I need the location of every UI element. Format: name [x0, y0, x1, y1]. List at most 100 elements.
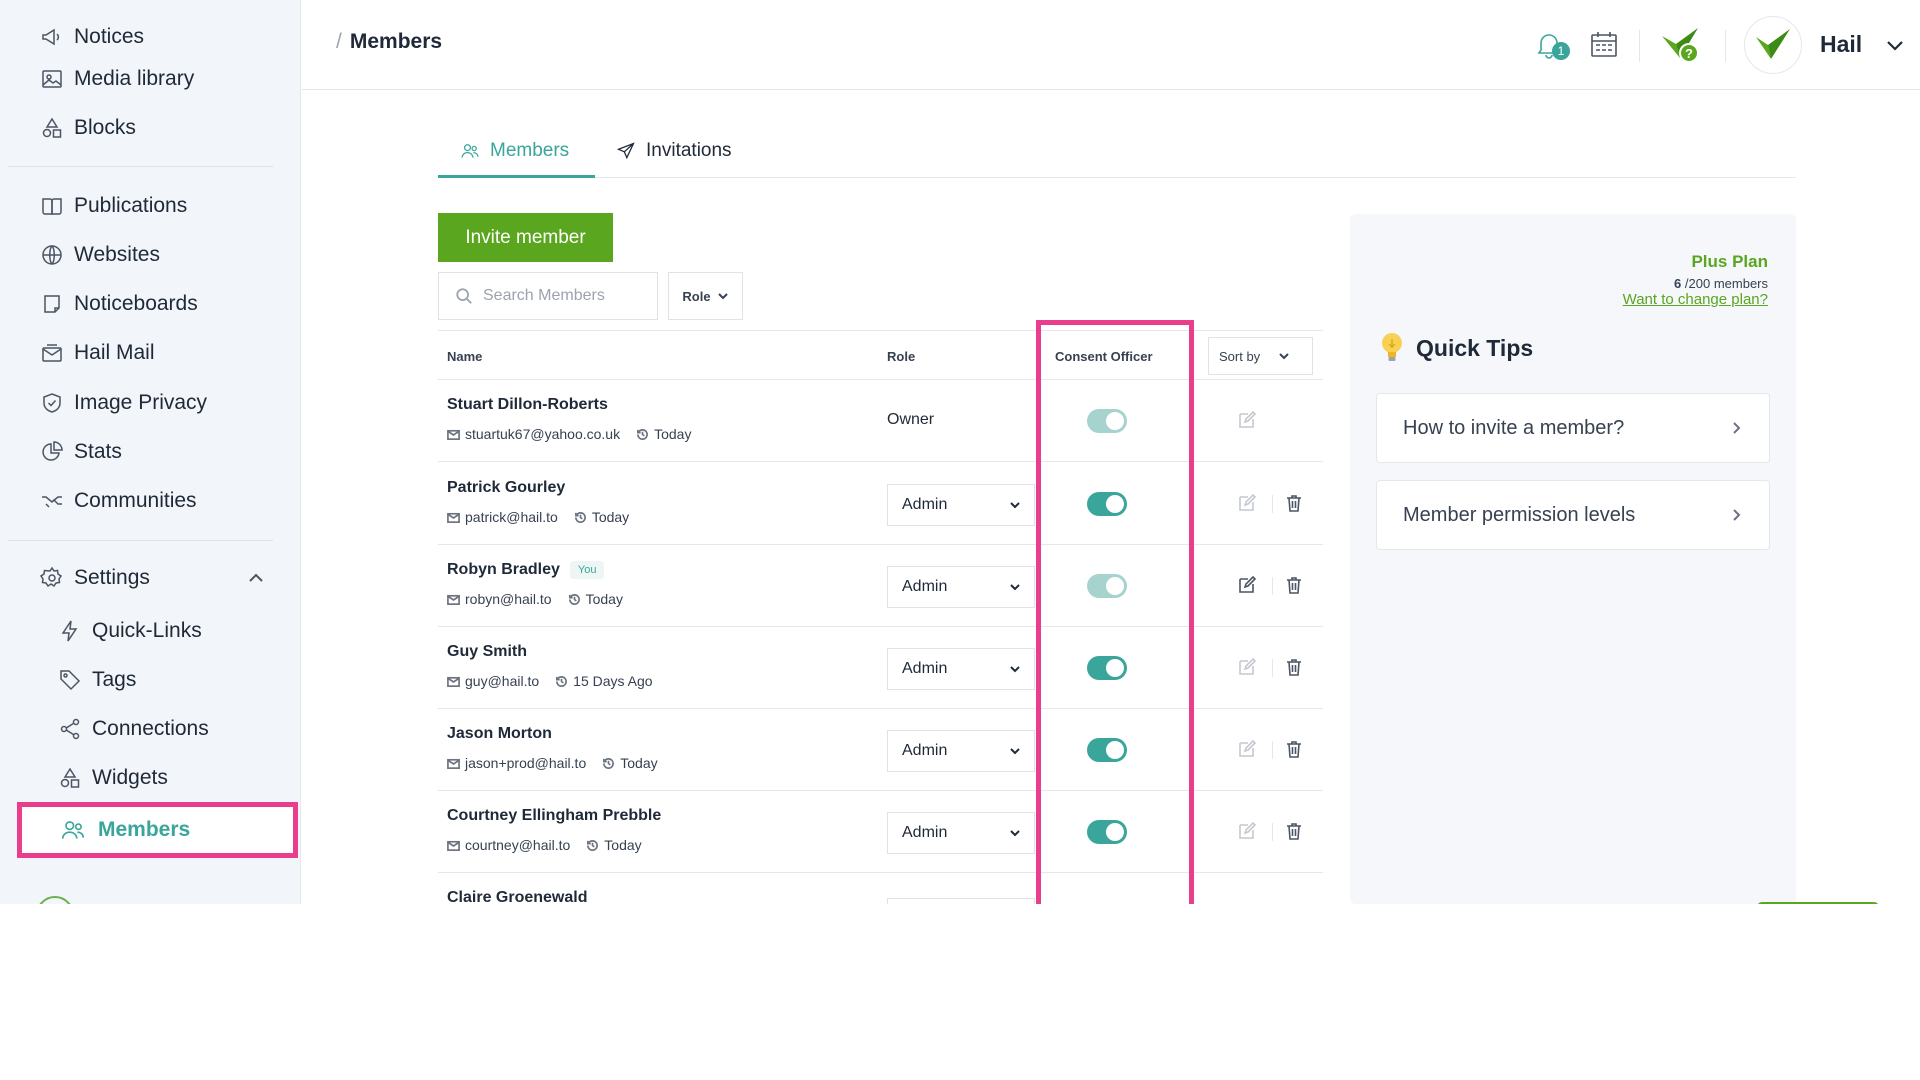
- action-divider: [1272, 659, 1273, 677]
- sidebar-item-label: Notices: [74, 25, 145, 48]
- table-row: Stuart Dillon-Roberts stuartuk67@yahoo.c…: [438, 380, 1323, 462]
- calendar-button[interactable]: [1587, 28, 1621, 62]
- member-email: jason+prod@hail.to: [447, 755, 586, 771]
- role-select[interactable]: Admin: [887, 566, 1035, 608]
- role-select-value: Admin: [902, 824, 948, 841]
- edit-icon[interactable]: [1237, 657, 1257, 677]
- chevron-down-icon: [1010, 584, 1020, 591]
- mail-icon: [447, 676, 460, 687]
- trash-icon[interactable]: [1284, 739, 1304, 759]
- pie-chart-icon: [42, 441, 63, 461]
- column-header-name[interactable]: Name: [447, 349, 482, 364]
- role-select[interactable]: Admin: [887, 730, 1035, 772]
- sidebar-item-websites[interactable]: Websites: [40, 240, 160, 270]
- paper-plane-icon: [616, 142, 635, 160]
- tab-members[interactable]: Members: [460, 140, 569, 162]
- sidebar-item-label: Connections: [92, 717, 209, 740]
- org-name[interactable]: Hail: [1820, 31, 1862, 58]
- trash-icon[interactable]: [1284, 821, 1304, 841]
- globe-icon: [42, 245, 62, 265]
- image-icon: [42, 70, 62, 88]
- edit-icon[interactable]: [1237, 821, 1257, 841]
- sort-by-dropdown[interactable]: Sort by: [1208, 337, 1313, 375]
- time-text: Today: [585, 591, 623, 607]
- consent-officer-toggle[interactable]: [1087, 738, 1127, 762]
- role-select-value: Admin: [902, 660, 948, 677]
- sidebar-item-blocks[interactable]: Blocks: [40, 113, 136, 143]
- edit-icon[interactable]: [1237, 410, 1257, 430]
- sidebar-item-members[interactable]: Members: [17, 802, 298, 858]
- member-meta: robyn@hail.to Today: [447, 591, 623, 607]
- chevron-up-icon[interactable]: [246, 568, 266, 588]
- column-header-consent-officer[interactable]: Consent Officer: [1055, 349, 1153, 364]
- mail-icon: [447, 512, 460, 523]
- role-select[interactable]: Admin: [887, 812, 1035, 854]
- sidebar-item-connections[interactable]: Connections: [58, 714, 209, 744]
- active-tab-indicator: [438, 175, 595, 178]
- consent-officer-toggle[interactable]: [1087, 820, 1127, 844]
- tip-permission-levels[interactable]: Member permission levels: [1376, 480, 1770, 550]
- book-icon: [42, 198, 62, 215]
- role-filter-label: Role: [682, 288, 711, 304]
- sidebar-item-noticeboards[interactable]: Noticeboards: [40, 289, 198, 319]
- role-select[interactable]: Admin: [887, 648, 1035, 690]
- trash-icon[interactable]: [1284, 493, 1304, 513]
- sidebar-item-hail-mail[interactable]: Hail Mail: [40, 338, 155, 368]
- search-input[interactable]: [483, 287, 643, 305]
- sidebar-footer-icon[interactable]: [36, 896, 74, 904]
- role-select[interactable]: [887, 898, 1035, 904]
- help-button[interactable]: ?: [1658, 22, 1704, 68]
- handshake-icon: [42, 496, 62, 508]
- edit-icon[interactable]: [1237, 493, 1257, 513]
- column-header-role[interactable]: Role: [887, 349, 915, 364]
- avatar[interactable]: [1744, 16, 1802, 74]
- trash-icon[interactable]: [1284, 657, 1304, 677]
- consent-officer-toggle[interactable]: [1087, 574, 1127, 598]
- history-icon: [603, 757, 615, 769]
- sidebar-item-quick-links[interactable]: Quick-Links: [58, 616, 202, 646]
- sidebar-item-tags[interactable]: Tags: [58, 665, 136, 695]
- chevron-down-icon[interactable]: [1884, 34, 1906, 56]
- table-row: Jason Morton jason+prod@hail.to Today Ad…: [438, 709, 1323, 791]
- role-select[interactable]: Admin: [887, 484, 1035, 526]
- edit-icon[interactable]: [1237, 575, 1257, 595]
- tip-invite-member[interactable]: How to invite a member?: [1376, 393, 1770, 463]
- sidebar-item-communities[interactable]: Communities: [40, 486, 197, 516]
- member-name: Claire Groenewald: [447, 889, 588, 904]
- tab-invitations[interactable]: Invitations: [616, 140, 732, 162]
- action-divider: [1272, 577, 1273, 595]
- chevron-down-icon: [1010, 666, 1020, 673]
- table-header: Name Role Consent Officer Sort by: [438, 330, 1323, 380]
- sidebar: Notices Media library Blocks Publication…: [0, 0, 301, 904]
- change-plan-link[interactable]: Want to change plan?: [1623, 291, 1768, 308]
- sidebar-item-notices[interactable]: Notices: [40, 22, 144, 52]
- sidebar-item-label: Image Privacy: [74, 391, 208, 414]
- sidebar-item-stats[interactable]: Stats: [40, 437, 122, 467]
- calendar-icon: [1591, 32, 1617, 57]
- sidebar-item-image-privacy[interactable]: Image Privacy: [40, 388, 207, 418]
- chevron-down-icon: [1010, 830, 1020, 837]
- tag-icon: [60, 670, 81, 691]
- tip-label: How to invite a member?: [1403, 416, 1625, 439]
- member-last-active: Today: [602, 755, 658, 771]
- mail-icon: [447, 840, 460, 851]
- consent-officer-toggle[interactable]: [1087, 656, 1127, 680]
- email-text: jason+prod@hail.to: [465, 755, 587, 771]
- consent-officer-toggle[interactable]: [1087, 492, 1127, 516]
- trash-icon[interactable]: [1284, 575, 1304, 595]
- sidebar-item-publications[interactable]: Publications: [40, 191, 187, 221]
- chat-widget-button[interactable]: [1757, 902, 1879, 904]
- sidebar-item-settings[interactable]: Settings: [40, 563, 150, 593]
- edit-icon[interactable]: [1237, 739, 1257, 759]
- member-name-text: Robyn Bradley: [447, 561, 560, 578]
- plan-and-tips-panel: Plus Plan 6 /200 members Want to change …: [1350, 214, 1796, 904]
- sidebar-item-widgets[interactable]: Widgets: [58, 763, 168, 793]
- invite-member-button[interactable]: Invite member: [438, 213, 613, 262]
- tip-label: Member permission levels: [1403, 503, 1636, 526]
- notifications-button[interactable]: 1: [1532, 28, 1570, 62]
- sidebar-item-media-library[interactable]: Media library: [40, 64, 194, 94]
- consent-officer-toggle[interactable]: [1087, 409, 1127, 433]
- role-select-value: Admin: [902, 496, 948, 513]
- email-text: stuartuk67@yahoo.co.uk: [465, 426, 621, 442]
- role-filter-dropdown[interactable]: Role: [668, 272, 743, 320]
